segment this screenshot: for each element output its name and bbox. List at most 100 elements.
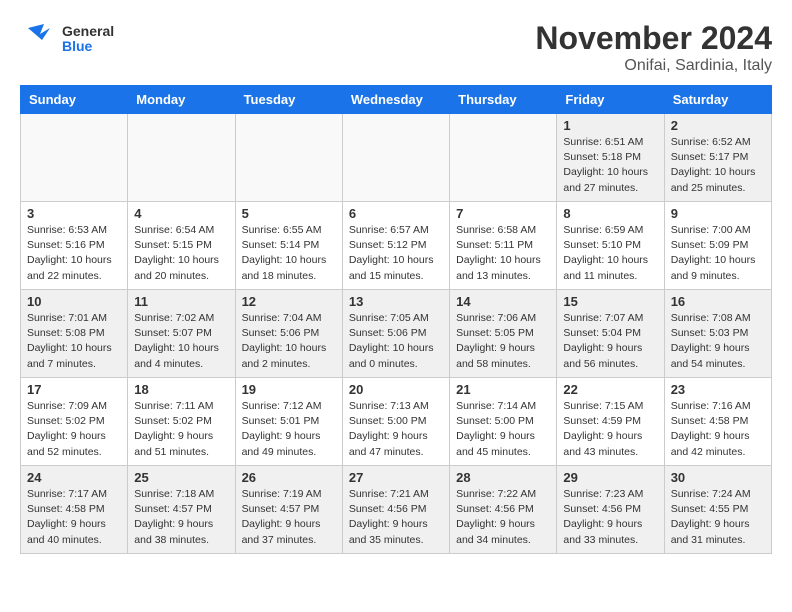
- day-number: 21: [456, 382, 550, 397]
- calendar-cell: 5Sunrise: 6:55 AM Sunset: 5:14 PM Daylig…: [235, 202, 342, 290]
- logo: GeneralBlue: [20, 20, 114, 58]
- week-row-5: 24Sunrise: 7:17 AM Sunset: 4:58 PM Dayli…: [21, 466, 772, 554]
- calendar-cell: 1 Sunrise: 6:51 AM Sunset: 5:18 PM Daylig…: [557, 114, 664, 202]
- day-info: Sunrise: 6:59 AM Sunset: 5:10 PM Dayligh…: [563, 223, 657, 284]
- week-row-1: 1 Sunrise: 6:51 AM Sunset: 5:18 PM Daylig…: [21, 114, 772, 202]
- day-number: 9: [671, 206, 765, 221]
- day-info: Sunrise: 6:58 AM Sunset: 5:11 PM Dayligh…: [456, 223, 550, 284]
- calendar-cell: 23 Sunrise: 7:16 AM Sunset: 4:58 PM Dayli…: [664, 378, 771, 466]
- calendar-cell: 2 Sunrise: 6:52 AM Sunset: 5:17 PM Daylig…: [664, 114, 771, 202]
- month-title: November 2024: [535, 20, 772, 57]
- day-number: 5: [242, 206, 336, 221]
- calendar-cell: 12 Sunrise: 7:04 AM Sunset: 5:06 PM Dayli…: [235, 290, 342, 378]
- day-info: Sunrise: 6:51 AM Sunset: 5:18 PM Dayligh…: [563, 135, 657, 196]
- calendar-cell: 18 Sunrise: 7:11 AM Sunset: 5:02 PM Dayli…: [128, 378, 235, 466]
- day-number: 3: [27, 206, 121, 221]
- day-info: Sunrise: 7:23 AM Sunset: 4:56 PM Dayligh…: [563, 487, 657, 548]
- calendar-cell: 11 Sunrise: 7:02 AM Sunset: 5:07 PM Dayli…: [128, 290, 235, 378]
- day-info: Sunrise: 7:11 AM Sunset: 5:02 PM Dayligh…: [134, 399, 228, 460]
- logo-text: GeneralBlue: [62, 24, 114, 55]
- calendar-table: SundayMondayTuesdayWednesdayThursdayFrid…: [20, 85, 772, 554]
- weekday-header-sunday: Sunday: [21, 86, 128, 114]
- day-info: Sunrise: 6:54 AM Sunset: 5:15 PM Dayligh…: [134, 223, 228, 284]
- calendar-cell: 3 Sunrise: 6:53 AM Sunset: 5:16 PM Daylig…: [21, 202, 128, 290]
- day-info: Sunrise: 7:22 AM Sunset: 4:56 PM Dayligh…: [456, 487, 550, 548]
- day-info: Sunrise: 7:18 AM Sunset: 4:57 PM Dayligh…: [134, 487, 228, 548]
- day-number: 20: [349, 382, 443, 397]
- calendar-cell: 27Sunrise: 7:21 AM Sunset: 4:56 PM Dayli…: [342, 466, 449, 554]
- day-number: 12: [242, 294, 336, 309]
- day-info: Sunrise: 7:04 AM Sunset: 5:06 PM Dayligh…: [242, 311, 336, 372]
- calendar-cell: [450, 114, 557, 202]
- day-number: 18: [134, 382, 228, 397]
- calendar-cell: 26 Sunrise: 7:19 AM Sunset: 4:57 PM Dayli…: [235, 466, 342, 554]
- day-number: 2: [671, 118, 765, 133]
- day-info: Sunrise: 7:13 AM Sunset: 5:00 PM Dayligh…: [349, 399, 443, 460]
- calendar-cell: [128, 114, 235, 202]
- calendar-cell: 19 Sunrise: 7:12 AM Sunset: 5:01 PM Dayli…: [235, 378, 342, 466]
- calendar-cell: 8 Sunrise: 6:59 AM Sunset: 5:10 PM Daylig…: [557, 202, 664, 290]
- location: Onifai, Sardinia, Italy: [535, 57, 772, 75]
- calendar-cell: 17Sunrise: 7:09 AM Sunset: 5:02 PM Dayli…: [21, 378, 128, 466]
- day-number: 13: [349, 294, 443, 309]
- day-number: 22: [563, 382, 657, 397]
- calendar-cell: 9 Sunrise: 7:00 AM Sunset: 5:09 PM Daylig…: [664, 202, 771, 290]
- week-row-2: 3 Sunrise: 6:53 AM Sunset: 5:16 PM Daylig…: [21, 202, 772, 290]
- day-number: 6: [349, 206, 443, 221]
- day-info: Sunrise: 7:00 AM Sunset: 5:09 PM Dayligh…: [671, 223, 765, 284]
- weekday-header-friday: Friday: [557, 86, 664, 114]
- calendar-cell: [21, 114, 128, 202]
- day-number: 8: [563, 206, 657, 221]
- calendar-cell: [342, 114, 449, 202]
- calendar-cell: 13 Sunrise: 7:05 AM Sunset: 5:06 PM Dayli…: [342, 290, 449, 378]
- day-number: 30: [671, 470, 765, 485]
- day-info: Sunrise: 7:17 AM Sunset: 4:58 PM Dayligh…: [27, 487, 121, 548]
- day-info: Sunrise: 6:57 AM Sunset: 5:12 PM Dayligh…: [349, 223, 443, 284]
- weekday-header-wednesday: Wednesday: [342, 86, 449, 114]
- day-info: Sunrise: 6:53 AM Sunset: 5:16 PM Dayligh…: [27, 223, 121, 284]
- day-info: Sunrise: 7:19 AM Sunset: 4:57 PM Dayligh…: [242, 487, 336, 548]
- day-number: 4: [134, 206, 228, 221]
- day-number: 19: [242, 382, 336, 397]
- calendar-cell: 20 Sunrise: 7:13 AM Sunset: 5:00 PM Dayli…: [342, 378, 449, 466]
- day-info: Sunrise: 6:52 AM Sunset: 5:17 PM Dayligh…: [671, 135, 765, 196]
- day-info: Sunrise: 7:05 AM Sunset: 5:06 PM Dayligh…: [349, 311, 443, 372]
- day-info: Sunrise: 7:16 AM Sunset: 4:58 PM Dayligh…: [671, 399, 765, 460]
- calendar-cell: 29 Sunrise: 7:23 AM Sunset: 4:56 PM Dayli…: [557, 466, 664, 554]
- weekday-header-tuesday: Tuesday: [235, 86, 342, 114]
- day-number: 23: [671, 382, 765, 397]
- day-info: Sunrise: 7:09 AM Sunset: 5:02 PM Dayligh…: [27, 399, 121, 460]
- day-number: 1: [563, 118, 657, 133]
- weekday-header-monday: Monday: [128, 86, 235, 114]
- title-block: November 2024 Onifai, Sardinia, Italy: [535, 20, 772, 75]
- calendar-cell: 24Sunrise: 7:17 AM Sunset: 4:58 PM Dayli…: [21, 466, 128, 554]
- weekday-header-row: SundayMondayTuesdayWednesdayThursdayFrid…: [21, 86, 772, 114]
- day-number: 29: [563, 470, 657, 485]
- logo-line2: Blue: [62, 39, 114, 54]
- day-info: Sunrise: 7:15 AM Sunset: 4:59 PM Dayligh…: [563, 399, 657, 460]
- week-row-4: 17Sunrise: 7:09 AM Sunset: 5:02 PM Dayli…: [21, 378, 772, 466]
- calendar-cell: 21Sunrise: 7:14 AM Sunset: 5:00 PM Dayli…: [450, 378, 557, 466]
- day-info: Sunrise: 7:12 AM Sunset: 5:01 PM Dayligh…: [242, 399, 336, 460]
- day-info: Sunrise: 7:21 AM Sunset: 4:56 PM Dayligh…: [349, 487, 443, 548]
- calendar-cell: 6 Sunrise: 6:57 AM Sunset: 5:12 PM Daylig…: [342, 202, 449, 290]
- calendar-cell: 25 Sunrise: 7:18 AM Sunset: 4:57 PM Dayli…: [128, 466, 235, 554]
- day-number: 11: [134, 294, 228, 309]
- logo-line1: General: [62, 24, 114, 39]
- calendar-cell: 10Sunrise: 7:01 AM Sunset: 5:08 PM Dayli…: [21, 290, 128, 378]
- calendar-cell: 28 Sunrise: 7:22 AM Sunset: 4:56 PM Dayli…: [450, 466, 557, 554]
- logo-icon: [20, 20, 58, 58]
- day-number: 7: [456, 206, 550, 221]
- day-number: 25: [134, 470, 228, 485]
- day-number: 15: [563, 294, 657, 309]
- calendar-cell: 22 Sunrise: 7:15 AM Sunset: 4:59 PM Dayli…: [557, 378, 664, 466]
- day-number: 28: [456, 470, 550, 485]
- day-number: 14: [456, 294, 550, 309]
- weekday-header-thursday: Thursday: [450, 86, 557, 114]
- calendar-cell: 14Sunrise: 7:06 AM Sunset: 5:05 PM Dayli…: [450, 290, 557, 378]
- calendar-cell: [235, 114, 342, 202]
- page-header: GeneralBlue November 2024 Onifai, Sardin…: [20, 20, 772, 75]
- day-info: Sunrise: 7:08 AM Sunset: 5:03 PM Dayligh…: [671, 311, 765, 372]
- day-info: Sunrise: 7:02 AM Sunset: 5:07 PM Dayligh…: [134, 311, 228, 372]
- day-number: 26: [242, 470, 336, 485]
